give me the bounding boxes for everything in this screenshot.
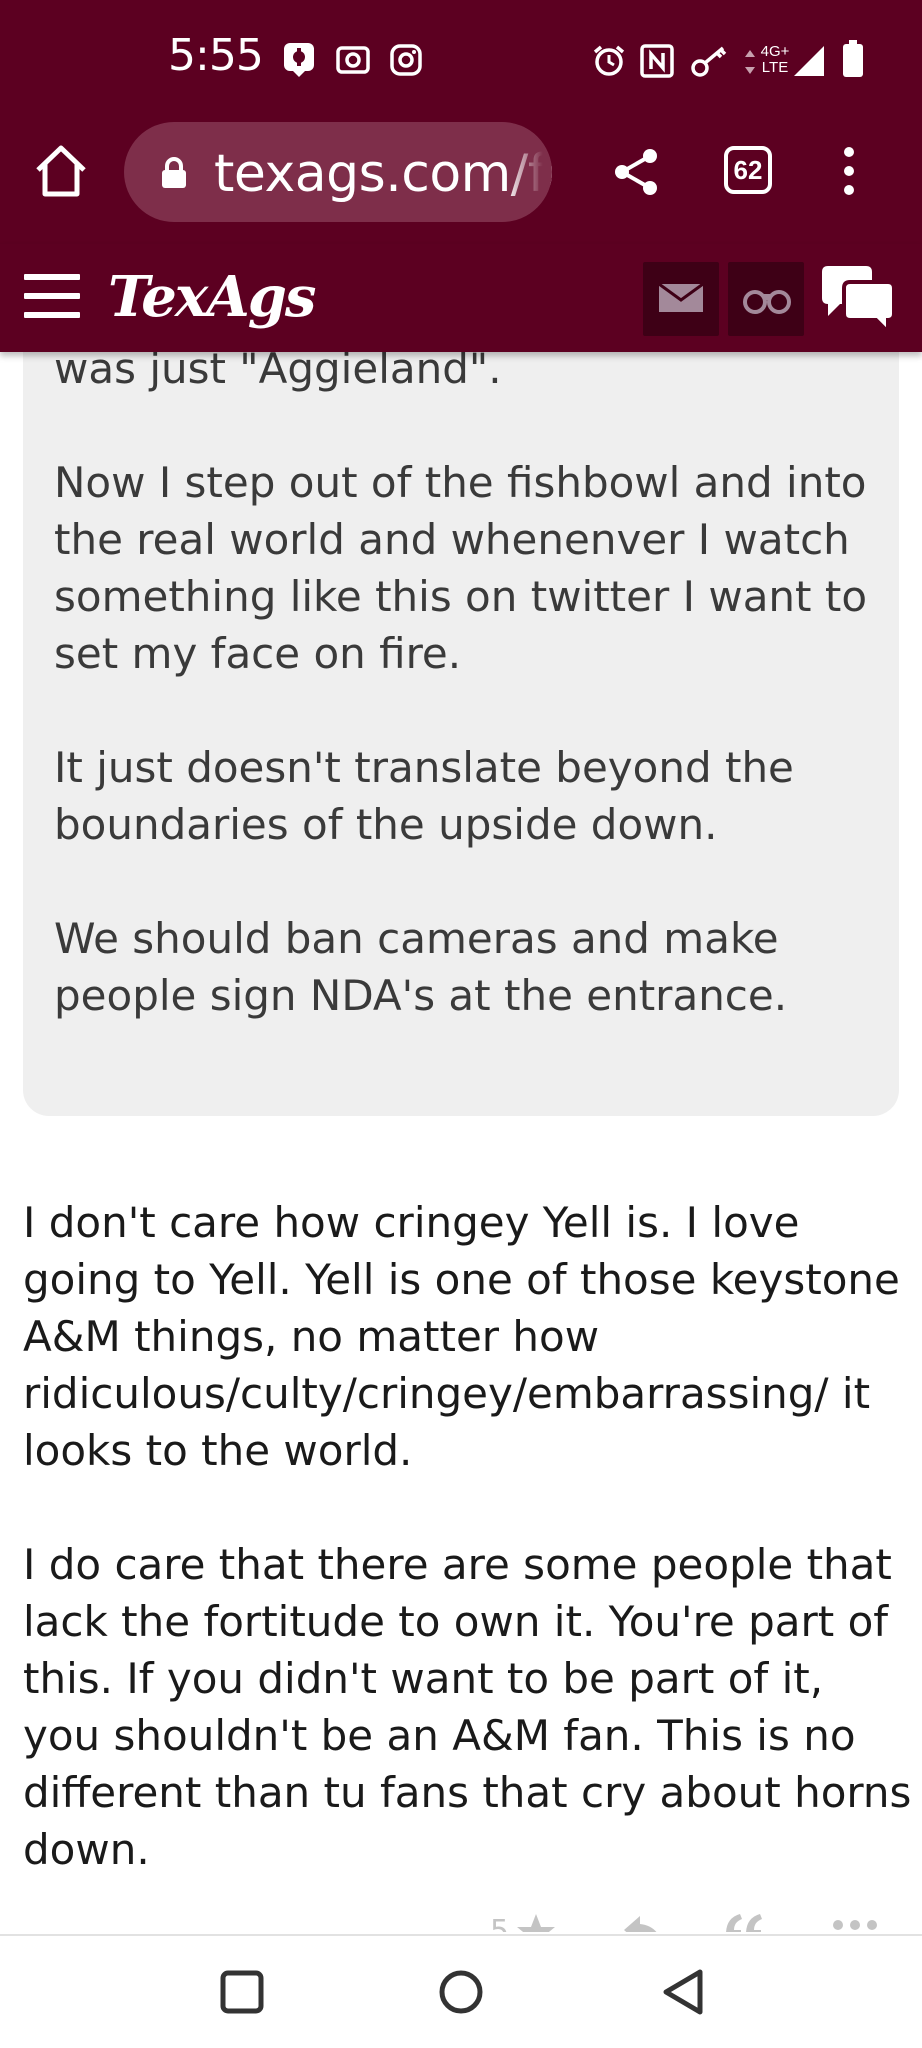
quote-text: was just "Aggieland". Now I step out of … xyxy=(54,344,868,1020)
more-horiz-icon[interactable] xyxy=(832,1918,878,1932)
post-body: I don't care how cringey Yell is. I love… xyxy=(23,1194,913,1878)
status-bar: 5:55 4G+ LTE xyxy=(0,0,922,120)
notification-app-icon xyxy=(284,43,314,77)
network-type: 4G+ LTE xyxy=(760,43,790,76)
reply-icon[interactable] xyxy=(620,1912,666,1932)
back-triangle-icon[interactable] xyxy=(654,1962,714,2022)
post-paragraph: I do care that there are some people tha… xyxy=(23,1540,912,1874)
radio-icon xyxy=(336,46,370,74)
lock-icon xyxy=(162,157,186,188)
battery-icon xyxy=(843,40,863,77)
quote-icon[interactable] xyxy=(722,1912,766,1932)
messages-button[interactable] xyxy=(643,262,719,336)
watch-button[interactable] xyxy=(728,262,804,336)
tabs-icon[interactable]: 62 xyxy=(724,146,772,194)
url-text: texags.com/forums/ xyxy=(214,144,552,204)
star-icon[interactable] xyxy=(514,1912,558,1932)
home-circle-icon[interactable] xyxy=(431,1962,491,2022)
share-icon[interactable] xyxy=(612,146,662,198)
post-paragraph: I don't care how cringey Yell is. I love… xyxy=(23,1198,914,1475)
address-bar[interactable]: texags.com/forums/ xyxy=(124,122,552,222)
alarm-icon xyxy=(593,45,625,76)
system-nav-bar xyxy=(0,1934,922,2048)
home-icon[interactable] xyxy=(30,140,92,202)
browser-toolbar: texags.com/forums/ 62 xyxy=(0,120,922,244)
recents-square-icon[interactable] xyxy=(212,1962,272,2022)
vpn-key-icon xyxy=(691,46,727,77)
nfc-icon xyxy=(640,44,674,78)
site-header: TexAgs xyxy=(0,244,922,352)
site-logo[interactable]: TexAgs xyxy=(108,264,316,330)
status-time: 5:55 xyxy=(168,30,264,81)
instagram-icon xyxy=(390,44,422,76)
url-fade xyxy=(506,122,552,222)
signal-icon xyxy=(794,46,824,76)
binoculars-icon xyxy=(743,290,791,314)
rating-count: 5 xyxy=(490,1914,510,1932)
post-actions: 5 xyxy=(0,1902,922,1932)
mail-icon xyxy=(658,282,704,312)
data-arrows-icon xyxy=(745,50,755,74)
hamburger-menu-icon[interactable] xyxy=(24,274,80,318)
more-vert-icon[interactable] xyxy=(836,146,862,196)
chat-bubbles-icon[interactable] xyxy=(818,264,898,336)
